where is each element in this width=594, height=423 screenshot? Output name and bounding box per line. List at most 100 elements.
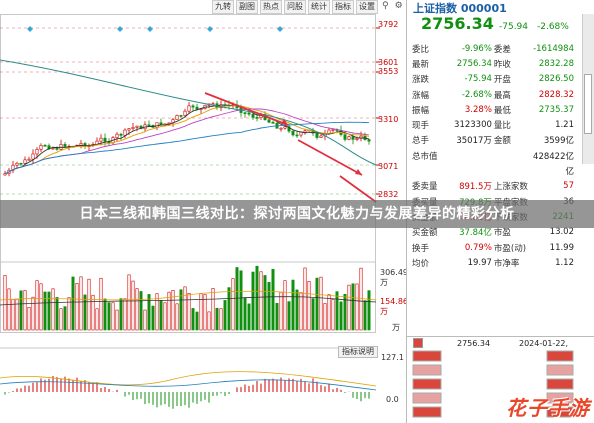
quote-row: 委卖量 891.5万 上涨家数 57	[411, 179, 575, 194]
quote-value	[445, 148, 493, 163]
volume-bar	[99, 277, 103, 331]
candle-body	[31, 153, 35, 160]
quote-value: -9.96%	[461, 43, 492, 54]
signal-marker	[277, 26, 283, 32]
volume-bar	[275, 302, 279, 331]
volume-bar	[215, 307, 219, 331]
quote-label: 委差	[493, 44, 511, 55]
toolbar-button[interactable]: 指标	[332, 0, 354, 14]
volume-bar	[315, 277, 319, 331]
candle-body	[247, 112, 251, 115]
price-tick: 3071	[378, 162, 399, 171]
quote-label: 总市值	[412, 151, 438, 162]
toolbar-button[interactable]: 热点	[260, 0, 282, 14]
moving-average-line	[4, 108, 370, 175]
volume-bar	[103, 298, 107, 331]
volume-tick: 154.86万	[380, 297, 408, 316]
toolbar-button[interactable]: 副图	[236, 0, 258, 14]
volume-bar	[35, 280, 39, 331]
volume-bar	[43, 291, 47, 331]
quote-value: 0.79%	[464, 242, 492, 253]
stock-app-window: 九转副图热点问股统计指标设置⚲⚙⇄◈≡✕ 3792 3601 3553 3310…	[0, 0, 594, 423]
candle-body	[191, 105, 195, 108]
candle-body	[187, 105, 191, 112]
toolbar-button[interactable]: 设置	[356, 0, 378, 14]
volume-bar	[127, 274, 131, 331]
volume-bar	[7, 288, 11, 331]
level-swatch	[412, 378, 442, 390]
trend-arrow	[297, 139, 363, 176]
candle-body	[63, 144, 67, 147]
price-tick: 3601	[378, 58, 399, 67]
volume-bar	[363, 300, 367, 331]
toolbar-button[interactable]: 统计	[308, 0, 330, 14]
volume-bar	[95, 308, 99, 331]
candle-body	[103, 137, 107, 142]
toolbar-button[interactable]: 问股	[284, 0, 306, 14]
candle-body	[19, 162, 23, 165]
scroll-thumb[interactable]	[584, 74, 592, 134]
volume-bar	[47, 291, 51, 331]
volume-bar	[75, 283, 79, 331]
quote-label: 昨收	[493, 59, 511, 70]
quote-row: 换手 0.79% 市盈(动) 11.99	[411, 240, 575, 255]
candle-body	[351, 136, 355, 140]
indicator-tick: 127.1	[381, 353, 404, 362]
quote-row: 涨幅 -2.68% 最高 2828.32	[411, 87, 575, 102]
banner-text: 日本三线和韩国三线对比：探讨两国文化魅力与发展差异的精彩分析	[79, 206, 515, 222]
candle-body	[23, 159, 27, 164]
volume-bar	[203, 294, 207, 331]
indicator-help-tab[interactable]: 指标说明	[338, 346, 378, 358]
volume-tick: 306.49万	[380, 268, 408, 287]
volume-bar	[219, 308, 223, 331]
volume-bar	[259, 271, 263, 331]
volume-bar	[131, 280, 135, 331]
panel-scrollbar[interactable]	[582, 14, 594, 164]
level-swatch	[412, 392, 442, 404]
quote-value: 19.97	[467, 257, 492, 268]
volume-bar	[143, 309, 147, 331]
volume-bar	[51, 288, 55, 331]
volume-bar	[271, 268, 275, 331]
price-tick: 2832	[378, 190, 399, 199]
level-swatch	[412, 350, 442, 362]
candle-body	[55, 147, 59, 150]
signal-marker	[27, 26, 33, 32]
volume-bar	[159, 299, 163, 331]
level-swatch	[546, 350, 574, 362]
quote-row: 现手 3123300 量比 1.21	[411, 117, 575, 132]
candle-body	[315, 132, 319, 138]
candle-body	[155, 122, 159, 128]
candle-body	[279, 127, 283, 130]
volume-bar	[27, 306, 31, 331]
quote-value: 1.21	[555, 120, 574, 131]
candle-body	[367, 139, 371, 142]
candle-body	[59, 144, 63, 150]
indicator-tick: 0.0	[386, 395, 399, 404]
quote-label: 最低	[493, 105, 511, 116]
quote-row: 振幅 3.28% 最低 2735.37	[411, 102, 575, 117]
volume-bar	[195, 311, 199, 331]
search-icon[interactable]: ⚲	[380, 0, 391, 14]
volume-bar	[191, 308, 195, 331]
trend-arrow	[339, 175, 377, 203]
quote-label: 上涨家数	[493, 182, 528, 193]
quote-label: 最新	[412, 59, 430, 70]
volume-bar	[335, 291, 339, 331]
quote-label	[493, 163, 532, 178]
candle-body	[79, 143, 83, 146]
volume-bar	[155, 293, 159, 331]
candle-body	[123, 129, 127, 136]
candle-body	[35, 149, 39, 155]
volume-bar	[147, 294, 151, 331]
volume-bar	[235, 267, 239, 331]
candle-body	[243, 112, 247, 114]
volume-bar	[251, 271, 255, 331]
quote-row: 亿	[411, 163, 575, 178]
quote-value: 3599亿	[543, 136, 574, 147]
settings-icon[interactable]: ⚙	[393, 0, 405, 14]
volume-unit: 万	[392, 323, 400, 332]
toolbar-button[interactable]: 九转	[212, 0, 234, 14]
volume-bar	[107, 302, 111, 331]
volume-bar	[223, 300, 227, 331]
